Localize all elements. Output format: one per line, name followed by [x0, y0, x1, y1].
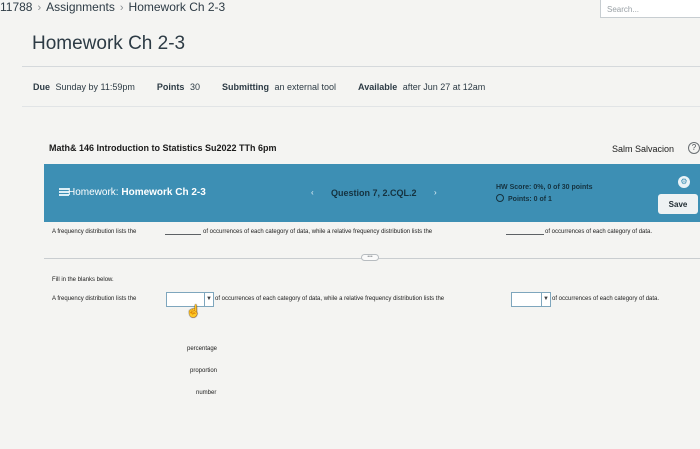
- hand-cursor-icon: ☝: [186, 304, 201, 318]
- points-label: Points: [156, 82, 185, 92]
- details-divider: [22, 106, 700, 107]
- chevron-down-icon[interactable]: ▼: [204, 293, 213, 306]
- points-text: Points: 0 of 1: [508, 196, 552, 203]
- dropdown-option-proportion[interactable]: proportion: [190, 368, 217, 374]
- settings-icon[interactable]: ⚙: [678, 176, 690, 188]
- breadcrumb-separator: ›: [37, 2, 42, 14]
- points-value: 30: [189, 82, 200, 92]
- question-points: Points: 0 of 1: [496, 194, 552, 203]
- due-value: Sunday by 11:59pm: [55, 82, 135, 92]
- search-input[interactable]: Search...: [600, 0, 700, 18]
- save-button[interactable]: Save: [658, 194, 698, 214]
- homework-bar: Homework: Homework Ch 2-3 ‹ Question 7, …: [44, 164, 700, 222]
- points-ring-icon: [496, 194, 504, 202]
- chevron-down-icon[interactable]: ▼: [541, 293, 550, 306]
- points-detail: Points 30: [157, 82, 200, 92]
- submitting-label: Submitting: [221, 82, 269, 92]
- breadcrumb-current: Homework Ch 2-3: [128, 0, 226, 14]
- available-label: Available: [358, 82, 398, 92]
- due-label: Due: [33, 82, 51, 92]
- question-label[interactable]: Question 7, 2.CQL.2: [331, 188, 417, 198]
- hw-score: HW Score: 0%, 0 of 30 points: [496, 184, 593, 191]
- due-detail: Due Sunday by 11:59pm: [33, 82, 135, 92]
- user-name[interactable]: Salm Salvacion: [612, 144, 674, 154]
- statement-part-1: A frequency distribution lists the: [52, 229, 137, 235]
- submitting-value: an external tool: [274, 82, 337, 92]
- statement-blank-1: [165, 229, 201, 235]
- homework-prefix: Homework:: [68, 187, 119, 198]
- available-detail: Available after Jun 27 at 12am: [358, 82, 485, 92]
- breadcrumb-assignments-link[interactable]: Assignments: [46, 0, 115, 14]
- course-name: Math& 146 Introduction to Statistics Su2…: [49, 143, 277, 153]
- next-question-icon[interactable]: ›: [434, 188, 437, 197]
- answer-dropdown-2[interactable]: ▼: [511, 292, 551, 307]
- page-title: Homework Ch 2-3: [32, 33, 186, 54]
- statement-blank-2: [506, 229, 544, 235]
- breadcrumb: 11788 › Assignments › Homework Ch 2-3: [0, 0, 225, 14]
- previous-question-icon[interactable]: ‹: [311, 188, 314, 197]
- homework-name: Homework Ch 2-3: [121, 187, 206, 198]
- submitting-detail: Submitting an external tool: [222, 82, 336, 92]
- answer-part-3: of occurrences of each category of data.: [552, 296, 660, 302]
- homework-label: Homework: Homework Ch 2-3: [68, 187, 206, 198]
- breadcrumb-separator: ›: [119, 2, 124, 14]
- available-value: after Jun 27 at 12am: [402, 82, 486, 92]
- answer-part-2: of occurrences of each category of data,…: [215, 296, 445, 302]
- breadcrumb-course-link[interactable]: 11788: [0, 0, 32, 14]
- expand-handle[interactable]: •••: [361, 254, 379, 261]
- statement-part-2: of occurrences of each category of data,…: [203, 229, 433, 235]
- statement-part-3: of occurrences of each category of data.: [545, 229, 653, 235]
- dropdown-option-percentage[interactable]: percentage: [187, 346, 217, 352]
- title-divider: [22, 66, 700, 67]
- answer-part-1: A frequency distribution lists the: [52, 296, 137, 302]
- dropdown-options: percentage proportion number: [170, 333, 240, 411]
- instructions: Fill in the blanks below.: [52, 277, 114, 283]
- dropdown-option-number[interactable]: number: [196, 390, 216, 396]
- assignment-details: Due Sunday by 11:59pm Points 30 Submitti…: [33, 82, 507, 92]
- help-icon[interactable]: ?: [688, 142, 700, 154]
